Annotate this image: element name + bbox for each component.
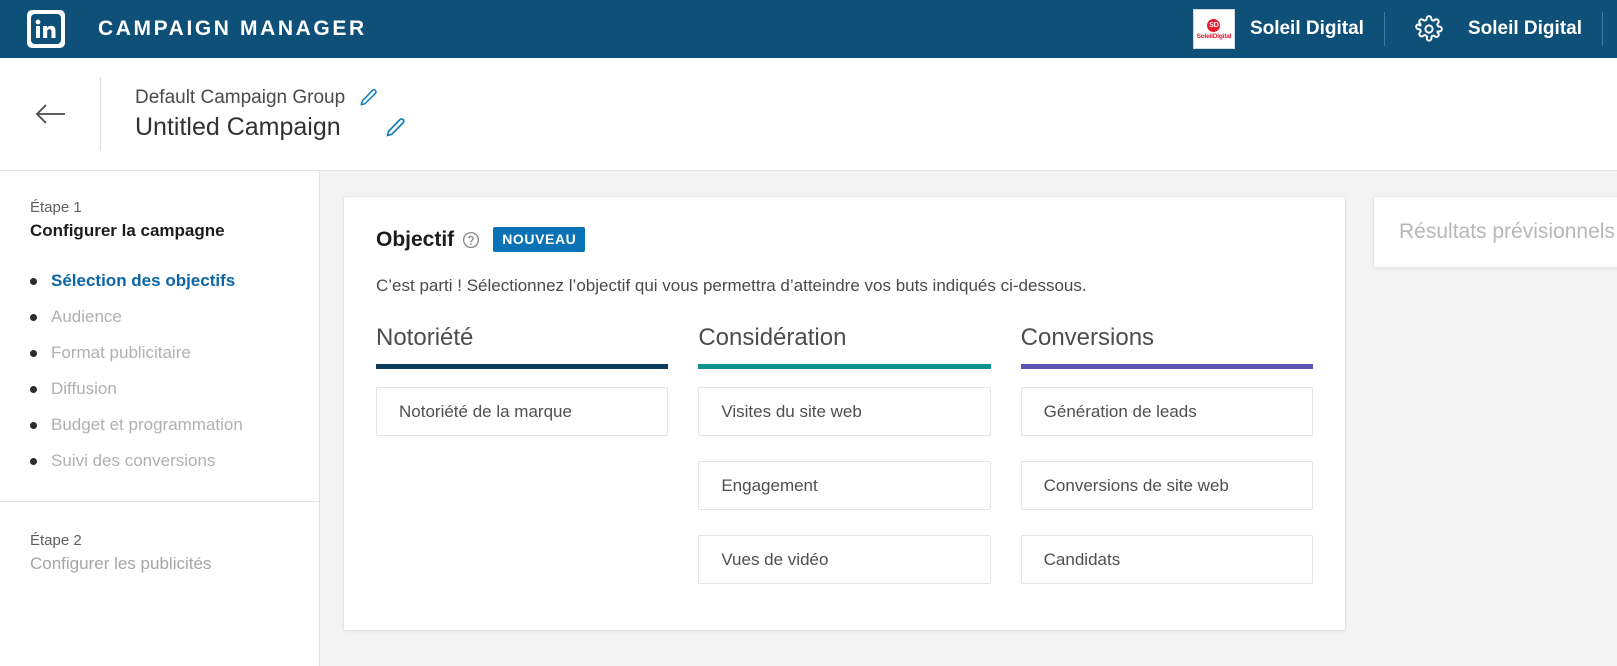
bullet-icon: [30, 349, 37, 357]
app-title: CAMPAIGN MANAGER: [98, 17, 367, 40]
sidebar-item-label: Suivi des conversions: [51, 451, 216, 470]
sidebar-item-suivi-des-conversions[interactable]: Suivi des conversions: [30, 443, 319, 479]
objective-option-conversions-de-site-web[interactable]: Conversions de site web: [1020, 461, 1313, 510]
objective-option-notoriete-de-la-marque[interactable]: Notoriété de la marque: [376, 387, 669, 436]
objective-option-visites-du-site-web[interactable]: Visites du site web: [698, 387, 991, 436]
objective-option-generation-de-leads[interactable]: Génération de leads: [1020, 387, 1313, 436]
campaign-name: Untitled Campaign: [135, 112, 341, 141]
avatar-label: SoleilDigital: [1196, 32, 1232, 40]
page-body: Étape 1 Configurer la campagne Sélection…: [0, 171, 1617, 666]
column-heading: Conversions: [1020, 324, 1155, 351]
sidebar-item-label: Audience: [51, 307, 122, 326]
objective-column-conversions: Conversions Génération de leads Conversi…: [1020, 324, 1313, 609]
account-switcher[interactable]: SD SoleilDigital Soleil Digital: [1179, 0, 1378, 58]
pencil-icon[interactable]: [385, 117, 406, 138]
sidebar: Étape 1 Configurer la campagne Sélection…: [0, 171, 320, 666]
step-1-title: Configurer la campagne: [30, 221, 225, 240]
pencil-icon[interactable]: [359, 88, 378, 107]
objective-column-consideration: Considération Visites du site web Engage…: [698, 324, 991, 609]
sidebar-item-label: Budget et programmation: [51, 415, 243, 434]
sidebar-item-label: Sélection des objectifs: [51, 271, 236, 290]
campaign-name-row: Untitled Campaign: [135, 113, 406, 142]
objective-option-list: Génération de leads Conversions de site …: [1020, 387, 1313, 584]
step-2-eyebrow: Étape 2: [30, 532, 82, 549]
settings-menu[interactable]: Soleil Digital: [1391, 0, 1596, 58]
column-underline: [376, 364, 669, 369]
bullet-icon: [30, 277, 37, 285]
objective-option-engagement[interactable]: Engagement: [698, 461, 991, 510]
nav-divider-right: [1602, 12, 1603, 46]
back-button[interactable]: [24, 87, 78, 141]
nav-divider: [1383, 12, 1385, 46]
step-1-eyebrow: Étape 1: [30, 199, 82, 216]
column-heading: Notoriété: [376, 324, 474, 351]
step-2-title: Configurer les publicités: [30, 554, 212, 573]
objective-option-list: Notoriété de la marque: [376, 387, 669, 436]
sidebar-item-budget-et-programmation[interactable]: Budget et programmation: [30, 407, 319, 443]
objective-description: C’est parti ! Sélectionnez l’objectif qu…: [376, 276, 1087, 295]
forecast-panel: Résultats prévisionnels: [1373, 196, 1617, 268]
linkedin-logo-icon[interactable]: [27, 10, 65, 48]
sidebar-item-selection-des-objectifs[interactable]: Sélection des objectifs: [30, 263, 319, 299]
avatar-badge: SD: [1207, 18, 1221, 32]
status-badge: NOUVEAU: [493, 227, 586, 252]
campaign-title-block: Default Campaign Group Untitled Campaign: [135, 87, 406, 142]
avatar: SD SoleilDigital: [1192, 9, 1235, 49]
sidebar-item-label: Format publicitaire: [51, 343, 191, 362]
objective-option-candidats[interactable]: Candidats: [1020, 535, 1313, 584]
header-divider: [100, 77, 101, 151]
top-navigation-bar: CAMPAIGN MANAGER SD SoleilDigital Soleil…: [0, 0, 1617, 58]
campaign-group-name: Default Campaign Group: [135, 86, 346, 108]
bullet-icon: [30, 421, 37, 429]
objective-columns: Notoriété Notoriété de la marque Considé…: [376, 324, 1313, 609]
sidebar-step-1-list: Sélection des objectifs Audience Format …: [30, 263, 319, 479]
account-name: Soleil Digital: [1249, 18, 1364, 39]
campaign-header: Default Campaign Group Untitled Campaign: [0, 58, 1617, 171]
bullet-icon: [30, 313, 37, 321]
objective-card: Objectif NOUVEAU C’est parti ! Sélection…: [343, 196, 1346, 631]
topbar-account-area: SD SoleilDigital Soleil Digital Soleil D…: [1179, 0, 1617, 58]
column-underline: [698, 364, 991, 369]
page-title: Objectif: [376, 227, 455, 251]
sidebar-step-1: Étape 1 Configurer la campagne Sélection…: [0, 171, 319, 501]
bullet-icon: [30, 457, 37, 465]
sidebar-step-2[interactable]: Étape 2 Configurer les publicités: [0, 501, 319, 654]
topbar-brand: CAMPAIGN MANAGER: [0, 10, 367, 48]
bullet-icon: [30, 385, 37, 393]
sidebar-item-label: Diffusion: [51, 379, 117, 398]
campaign-group-row: Default Campaign Group: [135, 87, 406, 109]
sidebar-item-format-publicitaire[interactable]: Format publicitaire: [30, 335, 319, 371]
settings-account-name: Soleil Digital: [1467, 18, 1582, 39]
column-heading: Considération: [698, 324, 847, 351]
sidebar-item-audience[interactable]: Audience: [30, 299, 319, 335]
objective-option-vues-de-video[interactable]: Vues de vidéo: [698, 535, 991, 584]
column-underline: [1020, 364, 1313, 369]
forecast-panel-title: Résultats prévisionnels: [1399, 220, 1615, 243]
objective-card-header: Objectif NOUVEAU: [376, 227, 1313, 252]
objective-option-list: Visites du site web Engagement Vues de v…: [698, 387, 991, 584]
objective-column-notoriete: Notoriété Notoriété de la marque: [376, 324, 669, 609]
question-mark-circle-icon[interactable]: [462, 231, 480, 249]
gear-icon[interactable]: [1405, 0, 1453, 58]
main-content: Objectif NOUVEAU C’est parti ! Sélection…: [320, 171, 1617, 666]
sidebar-item-diffusion[interactable]: Diffusion: [30, 371, 319, 407]
